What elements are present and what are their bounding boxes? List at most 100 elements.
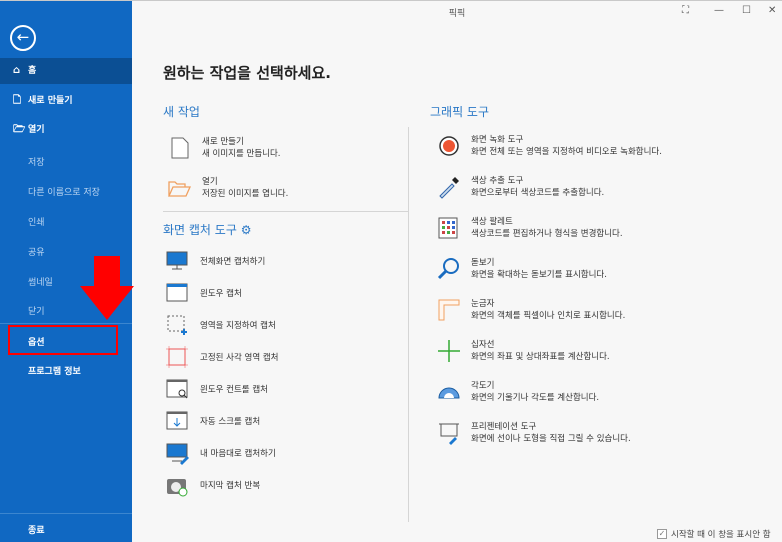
capture-item[interactable]: 전체화면 캡처하기: [166, 250, 265, 274]
capture-item[interactable]: 윈도우 캡처: [166, 282, 242, 306]
graphic-tool-item[interactable]: 화면 녹화 도구화면 전체 또는 영역을 지정하여 비디오로 녹화합니다.: [437, 134, 662, 158]
sidebar-item-share[interactable]: 공유: [28, 245, 45, 258]
capture-item[interactable]: 고정된 사각 영역 캡처: [166, 346, 279, 370]
palette-icon: [437, 216, 461, 240]
item-title: 윈도우 컨트롤 캡처: [200, 384, 268, 396]
region-select-icon: [166, 314, 190, 338]
graphic-tool-item[interactable]: 각도기화면의 기울기나 각도를 계산합니다.: [437, 380, 599, 404]
divider: [0, 513, 132, 514]
record-icon: [437, 134, 461, 158]
file-icon: 🗋: [13, 88, 25, 114]
show-on-start-checkbox[interactable]: ✓ 시작할 때 이 창을 표시안 함: [657, 528, 771, 540]
capture-item[interactable]: 내 마음대로 캡처하기: [166, 442, 276, 466]
open-file-item[interactable]: 열기저장된 이미지를 엽니다.: [168, 176, 288, 200]
back-button[interactable]: ←: [10, 25, 36, 51]
window-control-icon: [166, 378, 190, 402]
item-title: 자동 스크롤 캡처: [200, 416, 260, 428]
ruler-icon: [437, 298, 461, 322]
eyedropper-icon: [437, 175, 461, 199]
item-desc: 색상코드를 편집하거나 형식을 변경합니다.: [471, 228, 623, 240]
item-desc: 화면의 좌표 및 상대좌표를 계산합니다.: [471, 351, 610, 363]
sidebar-item-exit[interactable]: 종료: [28, 523, 45, 536]
gear-icon[interactable]: ⚙: [241, 223, 252, 237]
window-icon: [166, 282, 190, 306]
freehand-capture-icon: [166, 442, 190, 466]
section-new-work: 새 작업: [163, 103, 200, 120]
item-title: 눈금자: [471, 298, 625, 310]
item-desc: 화면에 선이나 도형을 직접 그릴 수 있습니다.: [471, 433, 631, 445]
sidebar-item-open[interactable]: 🗁열기: [0, 117, 132, 143]
item-title: 전체화면 캡처하기: [200, 256, 265, 268]
item-desc: 새 이미지를 만듭니다.: [202, 148, 281, 160]
item-title: 각도기: [471, 380, 599, 392]
graphic-tool-item[interactable]: 색상 추출 도구화면으로부터 색상코드를 추출합니다.: [437, 175, 604, 199]
fixed-rect-icon: [166, 346, 190, 370]
sidebar-item-about[interactable]: 프로그램 정보: [28, 364, 81, 377]
item-desc: 화면의 객체를 픽셀이나 인치로 표시합니다.: [471, 310, 625, 322]
page-title: 원하는 작업을 선택하세요.: [163, 62, 331, 83]
divider: [0, 323, 132, 324]
magnifier-icon: [437, 257, 461, 281]
sidebar-item-save-as[interactable]: 다른 이름으로 저장: [28, 185, 100, 198]
item-desc: 저장된 이미지를 엽니다.: [202, 188, 288, 200]
crosshair-icon: [437, 339, 461, 363]
item-desc: 화면의 기울기나 각도를 계산합니다.: [471, 392, 599, 404]
item-title: 십자선: [471, 339, 610, 351]
folder-open-icon: [168, 176, 192, 200]
maximize-button[interactable]: ☐: [742, 5, 751, 16]
item-title: 돋보기: [471, 257, 607, 269]
checkbox-icon[interactable]: ✓: [657, 529, 667, 539]
capture-item[interactable]: 윈도우 컨트롤 캡처: [166, 378, 268, 402]
sidebar-item-save[interactable]: 저장: [28, 155, 45, 168]
item-desc: 화면으로부터 색상코드를 추출합니다.: [471, 187, 604, 199]
focus-icon[interactable]: ⛶: [682, 5, 689, 16]
graphic-tool-item[interactable]: 돋보기화면을 확대하는 돋보기를 표시합니다.: [437, 257, 607, 281]
new-file-item[interactable]: 새로 만들기새 이미지를 만듭니다.: [168, 136, 281, 160]
divider: [408, 127, 409, 522]
item-title: 색상 추출 도구: [471, 175, 604, 187]
folder-icon: 🗁: [13, 117, 25, 143]
minimize-button[interactable]: —: [714, 5, 724, 16]
graphic-tool-item[interactable]: 색상 팔레트색상코드를 편집하거나 형식을 변경합니다.: [437, 216, 623, 240]
item-title: 화면 녹화 도구: [471, 134, 662, 146]
label: 열기: [28, 125, 45, 135]
label: 새로 만들기: [28, 96, 73, 106]
graphic-tool-item[interactable]: 프리젠테이션 도구화면에 선이나 도형을 직접 그릴 수 있습니다.: [437, 421, 631, 445]
item-title: 마지막 캡처 반복: [200, 480, 260, 492]
presentation-icon: [437, 421, 461, 445]
capture-item[interactable]: 영역을 지정하여 캡처: [166, 314, 276, 338]
item-title: 영역을 지정하여 캡처: [200, 320, 276, 332]
sidebar-item-close[interactable]: 닫기: [28, 304, 45, 317]
capture-item[interactable]: 자동 스크롤 캡처: [166, 410, 260, 434]
close-button[interactable]: ✕: [768, 5, 776, 16]
repeat-capture-icon: [166, 474, 190, 498]
item-title: 고정된 사각 영역 캡처: [200, 352, 279, 364]
graphic-tool-item[interactable]: 눈금자화면의 객체를 픽셀이나 인치로 표시합니다.: [437, 298, 625, 322]
red-arrow-icon: [80, 256, 134, 320]
item-desc: 화면 전체 또는 영역을 지정하여 비디오로 녹화합니다.: [471, 146, 662, 158]
protractor-icon: [437, 380, 461, 404]
section-graphic: 그래픽 도구: [430, 103, 489, 120]
sidebar: ← ⌂홈 🗋새로 만들기 🗁열기 저장 다른 이름으로 저장 인쇄 공유 썸네일…: [0, 0, 132, 542]
item-title: 색상 팔레트: [471, 216, 623, 228]
sidebar-item-home[interactable]: ⌂홈: [0, 58, 132, 84]
fullscreen-monitor-icon: [166, 250, 190, 274]
item-desc: 화면을 확대하는 돋보기를 표시합니다.: [471, 269, 607, 281]
section-capture: 화면 캡처 도구 ⚙: [163, 221, 251, 238]
checkbox-label: 시작할 때 이 창을 표시안 함: [671, 528, 771, 540]
graphic-tool-item[interactable]: 십자선화면의 좌표 및 상대좌표를 계산합니다.: [437, 339, 610, 363]
label: 홈: [28, 66, 36, 76]
sidebar-item-print[interactable]: 인쇄: [28, 215, 45, 228]
highlight-box: [8, 325, 118, 355]
scroll-capture-icon: [166, 410, 190, 434]
divider: [163, 211, 408, 212]
capture-item[interactable]: 마지막 캡처 반복: [166, 474, 260, 498]
item-title: 새로 만들기: [202, 136, 281, 148]
item-title: 윈도우 캡처: [200, 288, 242, 300]
sidebar-item-thumbnail[interactable]: 썸네일: [28, 275, 53, 288]
sidebar-item-new[interactable]: 🗋새로 만들기: [0, 88, 132, 114]
title-bar: 픽픽 ⛶ — ☐ ✕: [132, 0, 782, 22]
heading: 화면 캡처 도구: [163, 223, 237, 237]
file-icon: [168, 136, 192, 160]
home-icon: ⌂: [13, 58, 25, 84]
